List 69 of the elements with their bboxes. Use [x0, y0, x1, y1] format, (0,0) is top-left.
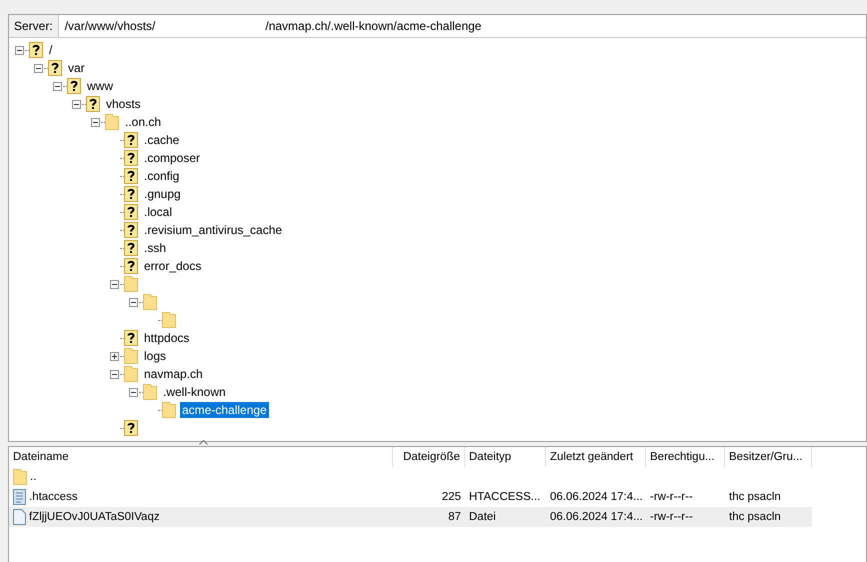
file-name: .htaccess: [9, 489, 393, 505]
question-mark-icon: [48, 60, 62, 76]
folder-icon: [143, 384, 157, 400]
folder-name[interactable]: .composer: [142, 150, 202, 166]
folder-icon: [124, 348, 138, 364]
question-mark-icon: [124, 222, 138, 238]
table-cell-text: Datei: [468, 511, 497, 523]
folder-icon: [143, 294, 157, 310]
folder-name[interactable]: .well-known: [161, 384, 228, 400]
folder-name[interactable]: /: [47, 42, 54, 58]
collapse-toggle-icon[interactable]: [91, 118, 100, 126]
folder-name[interactable]: navmap.ch: [142, 366, 205, 382]
file-name: fZljjUEOvJ0UATaS0IVaqz: [9, 509, 393, 525]
table-cell-text: 06.06.2024 17:4...: [549, 491, 644, 503]
question-mark-icon: [67, 78, 81, 94]
folder-name[interactable]: acme-challenge: [180, 402, 269, 418]
collapse-toggle-icon[interactable]: [129, 298, 138, 306]
table-cell-text: thc psacln: [728, 491, 782, 503]
table-cell-text: HTACCESS...: [468, 491, 542, 503]
folder-icon: [13, 469, 27, 485]
folder-name[interactable]: .cache: [142, 132, 182, 148]
folder-name[interactable]: logs: [142, 348, 168, 364]
question-mark-icon: [29, 42, 43, 58]
collapse-toggle-icon[interactable]: [110, 370, 119, 378]
table-cell-text: -rw-r--r--: [649, 491, 694, 503]
folder-icon: [162, 402, 176, 418]
folder-name[interactable]: .local: [142, 204, 174, 220]
folder-icon: [162, 312, 176, 328]
question-mark-icon: [124, 204, 138, 220]
question-mark-icon: [124, 132, 138, 148]
folder-name[interactable]: error_docs: [142, 258, 204, 274]
file-name: ..: [9, 469, 393, 485]
table-cell-text: thc psacln: [728, 511, 782, 523]
table-cell-text: -rw-r--r--: [649, 511, 694, 523]
folder-icon: [105, 114, 119, 130]
question-mark-icon: [124, 150, 138, 166]
folder-name[interactable]: .gnupg: [142, 186, 183, 202]
folder-name[interactable]: www: [85, 78, 115, 94]
collapse-toggle-icon[interactable]: [110, 280, 119, 288]
expand-toggle-icon[interactable]: [110, 352, 119, 360]
folder-name[interactable]: httpdocs: [142, 330, 192, 346]
folder-name[interactable]: var: [66, 60, 87, 76]
folder-name[interactable]: vhosts: [104, 96, 143, 112]
question-mark-icon: [124, 420, 138, 436]
collapse-toggle-icon[interactable]: [72, 100, 81, 108]
folder-icon: [124, 276, 138, 292]
file-row[interactable]: fZljjUEOvJ0UATaS0IVaqz 87 Datei 06.06.2024 17:4... -rw-r--r-- thc psacln: [9, 507, 812, 527]
question-mark-icon: [124, 168, 138, 184]
folder-name[interactable]: .config: [142, 168, 182, 184]
collapse-toggle-icon[interactable]: [129, 388, 138, 396]
question-mark-icon: [124, 258, 138, 274]
table-cell-text: 06.06.2024 17:4...: [549, 511, 644, 523]
text-file-icon: [13, 489, 26, 505]
question-mark-icon: [124, 186, 138, 202]
folder-name[interactable]: .revisium_antivirus_cache: [142, 222, 284, 238]
collapse-toggle-icon[interactable]: [15, 46, 24, 54]
path-field[interactable]: /var/www/vhosts/ /navmap.ch/.well-known/acme-challenge: [58, 15, 866, 37]
folder-name[interactable]: .ssh: [142, 240, 168, 256]
file-icon: [13, 509, 26, 525]
question-mark-icon: [124, 330, 138, 346]
folder-name[interactable]: ..on.ch: [123, 114, 164, 130]
question-mark-icon: [86, 96, 100, 112]
collapse-toggle-icon[interactable]: [53, 82, 62, 90]
collapse-toggle-icon[interactable]: [34, 64, 43, 72]
folder-icon: [124, 366, 138, 382]
server-label: Server:: [9, 15, 59, 37]
question-mark-icon: [124, 240, 138, 256]
table-cell-text: 87: [447, 511, 462, 523]
table-cell-text: 225: [440, 491, 462, 503]
